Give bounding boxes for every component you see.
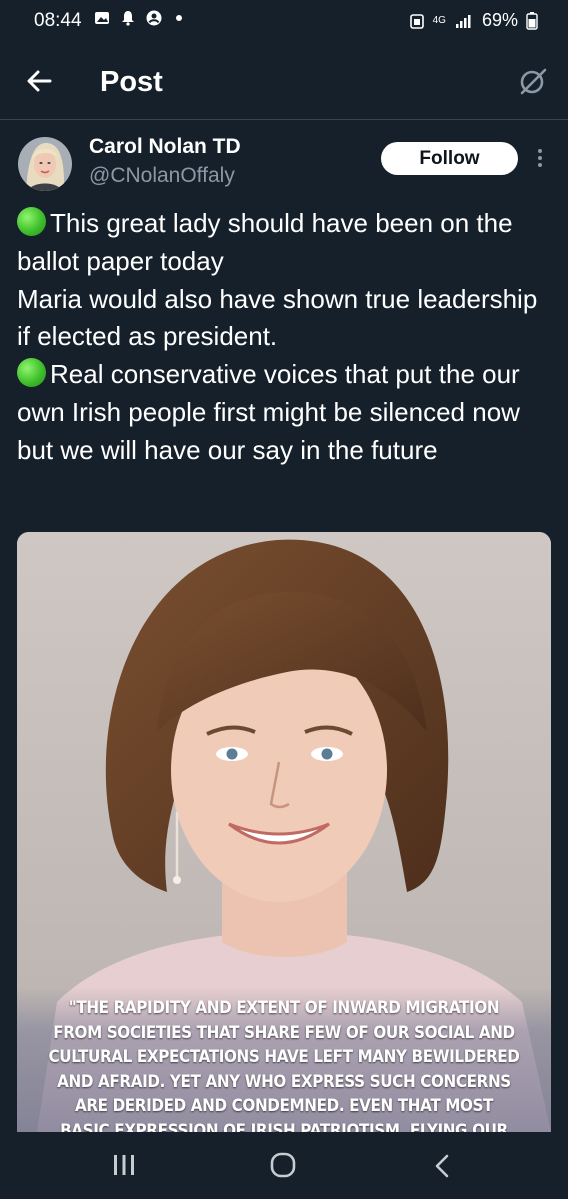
more-vertical-icon[interactable]: [530, 146, 550, 170]
more-notifications-dot: [176, 15, 182, 21]
quote-text: "THE RAPIDITY AND EXTENT OF INWARD MIGRA…: [48, 996, 521, 1132]
battery-icon: [526, 11, 538, 30]
nav-back-icon[interactable]: [432, 1153, 452, 1179]
top-app-bar: Post: [0, 42, 568, 120]
network-type-label: 4G: [432, 14, 446, 26]
author-handle[interactable]: @CNolanOffaly: [89, 164, 235, 188]
quote-line: "THE RAPIDITY AND EXTENT OF INWARD MIGRA…: [68, 998, 500, 1017]
alarm-icon: [409, 13, 424, 29]
quote-line: AND AFRAID. YET ANY WHO EXPRESS SUCH CON…: [57, 1071, 511, 1091]
author-name[interactable]: Carol Nolan TD: [89, 135, 241, 159]
status-system-icons: 4G 69%: [409, 10, 538, 31]
tweet-paragraph-2: Real conservative voices that put the ou…: [17, 359, 528, 465]
home-circle-icon[interactable]: [270, 1152, 296, 1178]
green-circle-emoji-icon: [17, 358, 46, 388]
quote-line: ARE DERIDED AND CONDEMNED. EVEN THAT MOS…: [74, 1096, 494, 1115]
follow-button[interactable]: Follow: [381, 142, 518, 175]
quote-line: FROM SOCIETIES THAT SHARE FEW OF OUR SOC…: [53, 1022, 515, 1042]
account-icon: [146, 10, 162, 26]
status-notification-icons: [94, 10, 182, 26]
recent-apps-icon[interactable]: [112, 1154, 136, 1176]
status-time: 08:44: [34, 10, 82, 31]
back-arrow-icon[interactable]: [22, 64, 56, 98]
status-bar: 08:44 4G 69%: [0, 0, 568, 42]
gallery-icon: [95, 12, 109, 24]
tweet-text: This great lady should have been on the …: [17, 205, 557, 470]
tweet-paragraph-1: This great lady should have been on the …: [17, 208, 538, 352]
bell-icon: [122, 11, 134, 26]
system-nav-bar: [0, 1132, 568, 1199]
page-title: Post: [100, 66, 163, 98]
signal-icon: [455, 14, 471, 28]
author-avatar[interactable]: [18, 137, 72, 191]
quote-line: CULTURAL EXPECTATIONS HAVE LEFT MANY BEW…: [48, 1047, 520, 1066]
avatar-image: [18, 137, 72, 191]
quote-line: BASIC EXPRESSION OF IRISH PATRIOTISM, FL…: [60, 1120, 508, 1133]
tweet-media-image[interactable]: "THE RAPIDITY AND EXTENT OF INWARD MIGRA…: [17, 532, 551, 1132]
green-circle-emoji-icon: [17, 207, 46, 236]
battery-percent: 69%: [481, 10, 518, 30]
grok-icon[interactable]: [518, 66, 548, 96]
